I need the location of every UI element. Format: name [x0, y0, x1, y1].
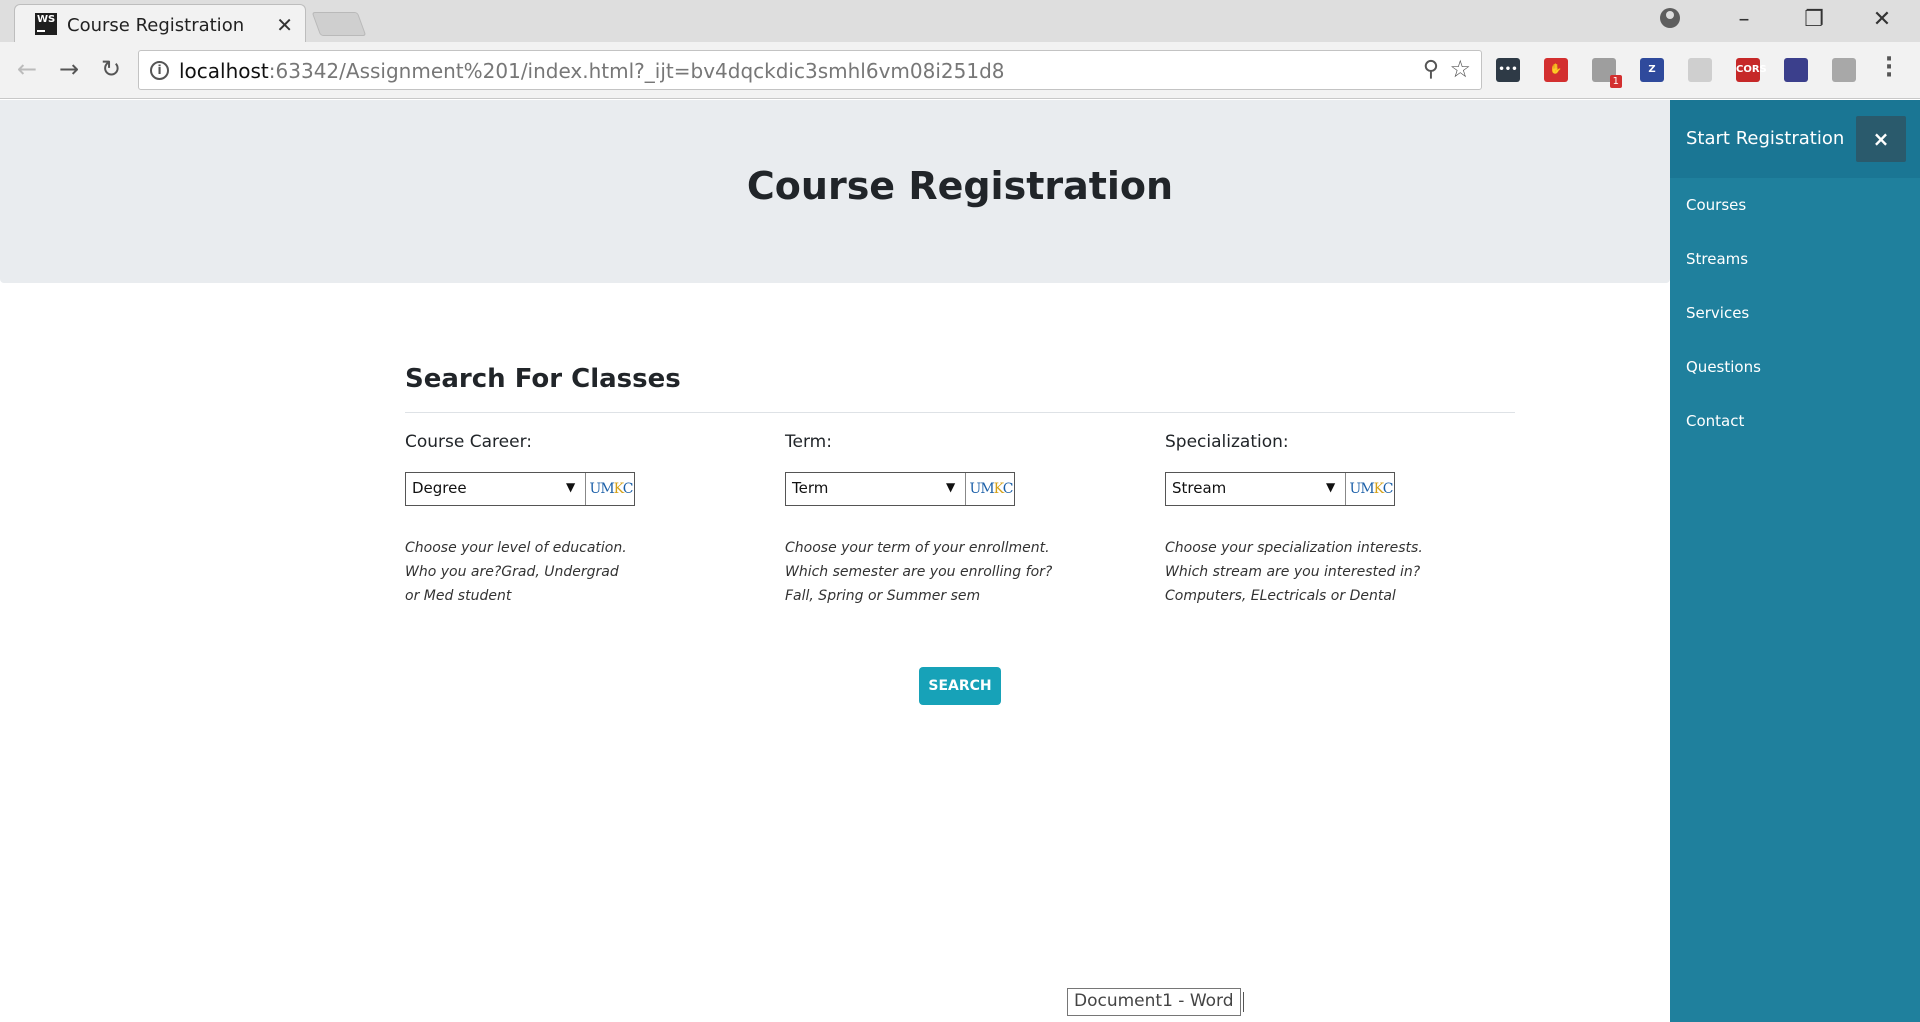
- browser-menu-icon[interactable]: · · ·: [1884, 49, 1894, 87]
- search-heading: Search For Classes: [405, 364, 681, 394]
- dropdown-arrow-icon[interactable]: ▼: [566, 480, 575, 494]
- specialization-select-value[interactable]: Stream: [1166, 473, 1346, 505]
- zotero-extension-icon[interactable]: Z: [1640, 58, 1664, 82]
- browser-tabstrip: WS Course Registration ✕ – ❐ ✕: [0, 0, 1920, 42]
- profile-icon[interactable]: [1660, 8, 1680, 28]
- side-nav-header: Start Registration ×: [1670, 100, 1920, 178]
- new-tab-button[interactable]: [311, 12, 367, 36]
- bookmark-star-icon[interactable]: ☆: [1449, 55, 1471, 83]
- zoom-icon[interactable]: ⚲: [1423, 57, 1439, 82]
- shield-extension-icon[interactable]: 1: [1592, 58, 1622, 88]
- specialization-field: Specialization: Stream ▼ UMKC Choose you…: [1165, 430, 1525, 608]
- page-title: Course Registration: [746, 164, 1174, 208]
- swirl-extension-icon[interactable]: [1688, 58, 1712, 82]
- forward-icon[interactable]: →: [54, 54, 84, 84]
- adblock-extension-icon[interactable]: ✋: [1544, 58, 1568, 82]
- side-nav-item-streams[interactable]: Streams: [1686, 250, 1748, 268]
- extension-badge: 1: [1609, 75, 1622, 88]
- side-nav-item-questions[interactable]: Questions: [1686, 358, 1761, 376]
- umkc-logo: UMKC: [1349, 481, 1394, 497]
- back-icon[interactable]: ←: [12, 54, 42, 84]
- dots-extension-icon[interactable]: •••: [1496, 58, 1520, 82]
- webstorm-favicon-icon: WS: [35, 13, 57, 35]
- term-label: Term:: [785, 432, 832, 452]
- restore-icon[interactable]: ❐: [1794, 6, 1834, 34]
- address-bar[interactable]: i localhost:63342/Assignment%201/index.h…: [138, 50, 1482, 90]
- page: Course Registration Search For Classes C…: [0, 100, 1920, 1022]
- cors-extension-icon[interactable]: CORS: [1736, 58, 1767, 82]
- course-career-select[interactable]: Degree ▼ UMKC: [405, 472, 635, 506]
- browser-toolbar: ← → ↻ i localhost:63342/Assignment%201/i…: [0, 42, 1920, 99]
- umkc-logo: UMKC: [969, 481, 1014, 497]
- umkc-logo: UMKC: [589, 481, 634, 497]
- dropdown-arrow-icon[interactable]: ▼: [1326, 480, 1335, 494]
- side-nav: Start Registration × Courses Streams Ser…: [1670, 100, 1920, 1022]
- tab-title: Course Registration: [67, 15, 245, 36]
- url-text[interactable]: localhost:63342/Assignment%201/index.htm…: [179, 59, 1004, 83]
- side-nav-item-services[interactable]: Services: [1686, 304, 1749, 322]
- chart-extension-icon[interactable]: [1784, 58, 1808, 82]
- browser-tab[interactable]: WS Course Registration ✕: [14, 4, 306, 42]
- term-field: Term: Term ▼ UMKC Choose your term of yo…: [785, 430, 1145, 608]
- divider: [405, 412, 1515, 413]
- specialization-select[interactable]: Stream ▼ UMKC: [1165, 472, 1395, 506]
- side-nav-item-contact[interactable]: Contact: [1686, 412, 1744, 430]
- specialization-help: Choose your specialization interests. Wh…: [1165, 540, 1423, 604]
- course-career-select-value[interactable]: Degree: [406, 473, 586, 505]
- specialization-label: Specialization:: [1165, 432, 1289, 452]
- taskbar-tooltip: Document1 - Word: [1067, 988, 1244, 1016]
- course-career-field: Course Career: Degree ▼ UMKC Choose your…: [405, 430, 765, 608]
- window-close-icon[interactable]: ✕: [1862, 6, 1902, 34]
- info-icon[interactable]: i: [150, 61, 169, 80]
- tab-close-icon[interactable]: ✕: [276, 13, 293, 37]
- course-career-label: Course Career:: [405, 432, 532, 452]
- side-nav-close-button[interactable]: ×: [1856, 116, 1906, 162]
- side-nav-title: Start Registration: [1686, 128, 1845, 149]
- course-career-help: Choose your level of education. Who you …: [405, 540, 627, 604]
- term-select-value[interactable]: Term: [786, 473, 966, 505]
- figure-extension-icon[interactable]: [1832, 58, 1856, 82]
- reload-icon[interactable]: ↻: [96, 54, 126, 84]
- side-nav-item-courses[interactable]: Courses: [1686, 196, 1746, 214]
- minimize-icon[interactable]: –: [1724, 6, 1764, 34]
- term-help: Choose your term of your enrollment. Whi…: [785, 540, 1053, 604]
- term-select[interactable]: Term ▼ UMKC: [785, 472, 1015, 506]
- search-button[interactable]: SEARCH: [919, 667, 1001, 705]
- dropdown-arrow-icon[interactable]: ▼: [946, 480, 955, 494]
